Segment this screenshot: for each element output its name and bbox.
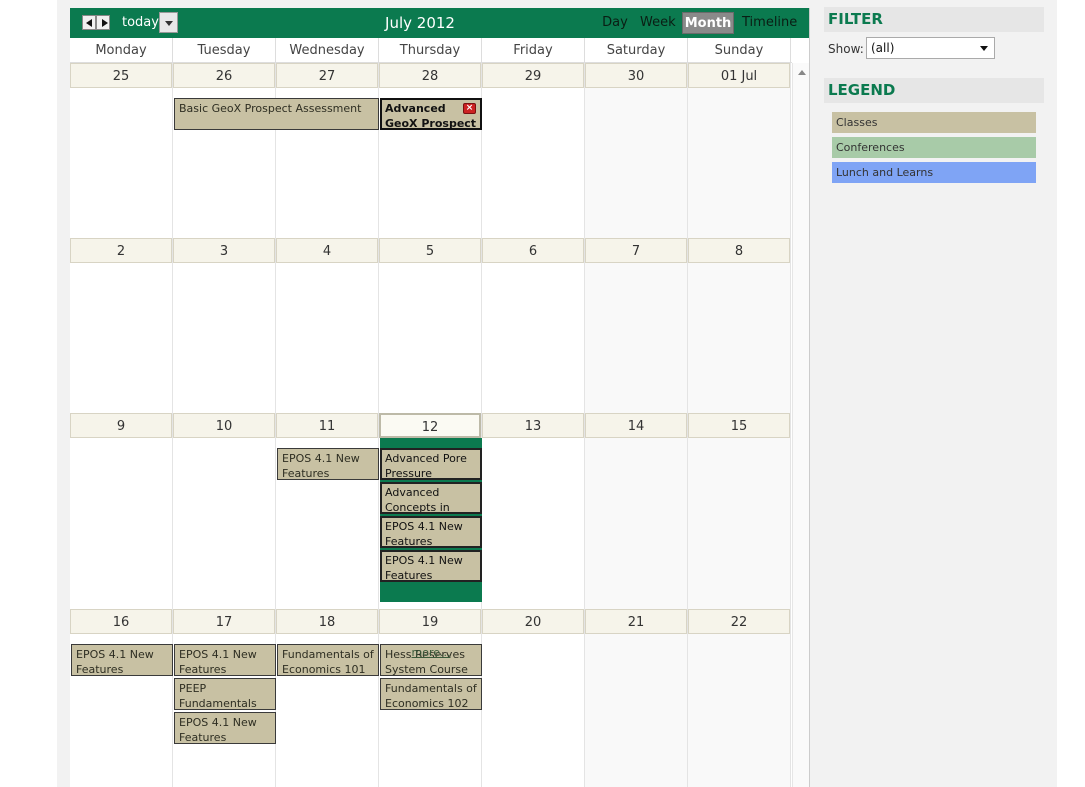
day-number[interactable]: 16 xyxy=(70,609,172,634)
event-title: EPOS 4.1 New Features xyxy=(179,716,257,744)
scroll-up-icon[interactable] xyxy=(798,70,806,75)
day-number[interactable]: 7 xyxy=(585,238,687,263)
day-header-friday: Friday xyxy=(482,38,585,63)
event-title: Advanced Concepts in xyxy=(385,486,450,514)
arrow-left-icon xyxy=(86,19,92,27)
vertical-scrollbar[interactable] xyxy=(792,63,809,787)
day-number[interactable]: 3 xyxy=(173,238,275,263)
more-events-link[interactable]: more... xyxy=(380,646,482,662)
day-number[interactable]: 30 xyxy=(585,63,687,88)
calendar-event[interactable]: Fundamentals of Economics 101 xyxy=(277,644,379,676)
event-title: EPOS 4.1 New Features xyxy=(179,648,257,676)
day-header-monday: Monday xyxy=(70,38,173,63)
event-title: Advanced Pore Pressure xyxy=(385,452,467,480)
calendar-event[interactable]: EPOS 4.1 New Features xyxy=(174,712,276,744)
event-title: EPOS 4.1 New Features xyxy=(385,520,463,548)
calendar-event[interactable]: Advanced Pore Pressure xyxy=(380,448,482,480)
calendar-toolbar: today July 2012 Day Week Month Timeline xyxy=(70,8,809,38)
show-select[interactable]: (all) xyxy=(866,37,995,59)
day-number[interactable]: 6 xyxy=(482,238,584,263)
chevron-down-icon xyxy=(165,21,173,26)
day-number[interactable]: 9 xyxy=(70,413,172,438)
month-grid: 25 26 27 28 29 30 01 Jul 2 3 4 5 6 7 8 9 10 11 12 13 14 15 16… xyxy=(70,63,792,787)
day-number[interactable]: 25 xyxy=(70,63,172,88)
day-number[interactable]: 13 xyxy=(482,413,584,438)
calendar-event[interactable]: EPOS 4.1 New Features xyxy=(174,644,276,676)
show-label: Show: xyxy=(828,42,864,56)
day-number[interactable]: 19 xyxy=(379,609,481,634)
calendar-event[interactable]: Basic GeoX Prospect Assessment xyxy=(174,98,379,130)
filter-heading: FILTER xyxy=(828,10,883,28)
event-title: Fundamentals of Economics 102 xyxy=(385,682,477,710)
day-header-saturday: Saturday xyxy=(585,38,688,63)
calendar-event[interactable]: Advanced Concepts in xyxy=(380,482,482,514)
calendar-event[interactable]: PEEP Fundamentals xyxy=(174,678,276,710)
day-number[interactable]: 15 xyxy=(688,413,790,438)
calendar-event[interactable]: EPOS 4.1 New Features xyxy=(71,644,173,676)
filter-header: FILTER xyxy=(824,7,1044,32)
day-header-sunday: Sunday xyxy=(688,38,791,63)
event-title: EPOS 4.1 New Features xyxy=(385,554,463,582)
day-number[interactable]: 21 xyxy=(585,609,687,634)
day-number[interactable]: 26 xyxy=(173,63,275,88)
delete-event-icon[interactable]: × xyxy=(463,103,476,114)
legend-item-conferences[interactable]: Conferences xyxy=(832,137,1036,158)
next-button[interactable] xyxy=(96,15,110,30)
today-button[interactable]: today xyxy=(122,15,159,31)
event-title: EPOS 4.1 New Features xyxy=(282,452,360,480)
calendar-event[interactable]: Fundamentals of Economics 102 xyxy=(380,678,482,710)
legend-header: LEGEND xyxy=(824,78,1044,103)
day-number[interactable]: 4 xyxy=(276,238,378,263)
day-number[interactable]: 01 Jul xyxy=(688,63,790,88)
day-number[interactable]: 11 xyxy=(276,413,378,438)
calendar-event[interactable]: Advanced GeoX Prospect × xyxy=(380,98,482,130)
day-number[interactable]: 2 xyxy=(70,238,172,263)
calendar: today July 2012 Day Week Month Timeline … xyxy=(70,8,810,787)
day-number[interactable]: 27 xyxy=(276,63,378,88)
event-title: Fundamentals of Economics 101 xyxy=(282,648,374,676)
day-number[interactable]: 5 xyxy=(379,238,481,263)
day-number[interactable]: 10 xyxy=(173,413,275,438)
event-title: PEEP Fundamentals xyxy=(179,682,257,710)
calendar-event[interactable]: EPOS 4.1 New Features xyxy=(380,550,482,582)
day-header-row: Monday Tuesday Wednesday Thursday Friday Satu… xyxy=(70,38,792,63)
day-number[interactable]: 28 xyxy=(379,63,481,88)
day-number[interactable]: 22 xyxy=(688,609,790,634)
calendar-event[interactable]: EPOS 4.1 New Features xyxy=(277,448,379,480)
event-title: EPOS 4.1 New Features xyxy=(76,648,154,676)
calendar-event[interactable]: EPOS 4.1 New Features xyxy=(380,516,482,548)
calendar-title: July 2012 xyxy=(385,14,455,32)
view-timeline-button[interactable]: Timeline xyxy=(742,12,797,34)
view-month-button[interactable]: Month xyxy=(682,12,734,34)
event-title: Basic GeoX Prospect Assessment xyxy=(179,102,362,115)
show-select-value: (all) xyxy=(871,41,895,55)
day-header-thursday: Thursday xyxy=(379,38,482,63)
legend-item-lunch-and-learns[interactable]: Lunch and Learns xyxy=(832,162,1036,183)
day-number[interactable]: 14 xyxy=(585,413,687,438)
prev-button[interactable] xyxy=(82,15,96,30)
arrow-right-icon xyxy=(102,19,108,27)
chevron-down-icon xyxy=(980,46,988,51)
view-day-button[interactable]: Day xyxy=(600,12,630,34)
view-week-button[interactable]: Week xyxy=(640,12,676,34)
day-number[interactable]: 29 xyxy=(482,63,584,88)
day-header-tuesday: Tuesday xyxy=(173,38,276,63)
day-number[interactable]: 18 xyxy=(276,609,378,634)
day-number[interactable]: 8 xyxy=(688,238,790,263)
date-picker-button[interactable] xyxy=(159,12,178,33)
day-number[interactable]: 17 xyxy=(173,609,275,634)
legend-heading: LEGEND xyxy=(828,81,896,99)
legend-item-classes[interactable]: Classes xyxy=(832,112,1036,133)
day-header-wednesday: Wednesday xyxy=(276,38,379,63)
day-number[interactable]: 12 xyxy=(379,413,481,438)
day-number[interactable]: 20 xyxy=(482,609,584,634)
